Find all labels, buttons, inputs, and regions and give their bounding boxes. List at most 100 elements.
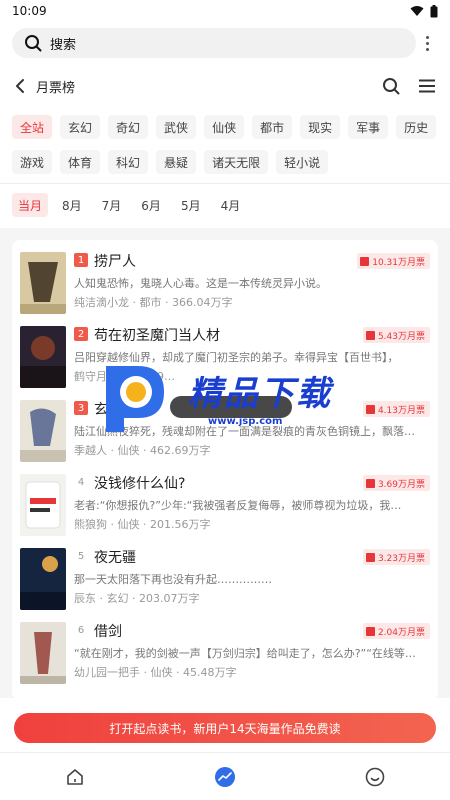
rank-number: 4 [77,476,85,488]
book-cover [20,474,66,536]
ticket-icon [365,330,375,340]
category-chip[interactable]: 悬疑 [156,150,197,174]
watermark-logo-icon [106,366,164,432]
search-row: 搜索 [12,28,438,58]
promo-area: 打开起点读书，新用户14天海量作品免费读 [0,700,450,752]
category-row: 游戏 体育 科幻 悬疑 诸天无限 轻小说 [12,150,329,174]
ticket-count: 5.43万月票 [377,331,425,342]
month-chip[interactable]: 4月 [215,193,247,217]
rank-number: 2 [74,327,88,341]
category-row: 全站 玄幻 奇幻 武侠 仙侠 都市 现实 军事 历史 [12,115,437,139]
book-meta: 纯洁滴小龙 · 都市 · 366.04万字 [74,296,233,309]
ticket-badge: 2.04万月票 [362,623,430,639]
book-meta: 幼儿园一把手 · 仙侠 · 45.48万字 [74,666,237,679]
category-chip[interactable]: 现实 [300,115,341,139]
ticket-icon [365,626,375,636]
book-meta: 季越人 · 仙侠 · 462.69万字 [74,444,211,457]
ticket-icon [365,404,375,414]
watermark: 精品下载 www.jsp.com [98,360,350,436]
more-menu-icon[interactable] [416,28,438,58]
category-chip[interactable]: 历史 [396,115,437,139]
book-title: 夜无疆 [94,550,136,566]
ticket-badge: 10.31万月票 [357,253,430,269]
book-description: “就在刚才，我的剑被一声【万剑归宗】给叫走了，怎么办?”“在线等… [74,647,416,660]
home-icon [67,768,83,785]
watermark-text: 精品下载 [188,374,332,414]
book-title: 苟在初圣魔门当人材 [94,328,220,344]
category-chip[interactable]: 军事 [348,115,389,139]
month-chip[interactable]: 8月 [56,193,88,217]
book-description: 人知鬼恐怖，鬼晓人心毒。这是一本传统灵异小说。 [74,277,327,290]
ticket-count: 10.31万月票 [372,257,425,268]
page-title: 月票榜 [36,80,76,96]
month-chip[interactable]: 5月 [175,193,207,217]
ticket-icon [360,256,370,266]
category-chip[interactable]: 轻小说 [276,150,329,174]
book-meta: 熊狼狗 · 仙侠 · 201.56万字 [74,518,211,531]
ticket-badge: 3.23万月票 [362,549,430,565]
ticket-badge: 3.69万月票 [362,475,430,491]
ticket-count: 3.69万月票 [377,479,425,490]
book-title: 捞尸人 [94,254,136,270]
search-input[interactable]: 搜索 [12,28,416,58]
book-item[interactable]: 5 夜无疆 3.23万月票 那一天太阳落下再也没有升起…………… 辰东 · 玄幻… [20,548,430,610]
category-chip[interactable]: 全站 [12,115,53,139]
rank-number: 5 [77,550,85,562]
category-chip[interactable]: 体育 [60,150,101,174]
ticket-count: 3.23万月票 [377,553,425,564]
ticket-badge: 4.13万月票 [362,401,430,417]
nav-bar: 月票榜 [14,72,436,100]
book-meta: 辰东 · 玄幻 · 203.07万字 [74,592,200,605]
tab-discover[interactable] [205,757,245,797]
battery-icon [430,4,438,17]
book-title: 借剑 [94,624,122,640]
book-cover [20,252,66,314]
ticket-count: 2.04万月票 [377,627,425,638]
rank-number: 6 [77,624,85,636]
ticket-count: 4.13万月票 [377,405,425,416]
ticket-icon [365,552,375,562]
divider [0,183,450,184]
category-chip[interactable]: 科幻 [108,150,149,174]
status-time: 10:09 [12,4,47,18]
month-chip[interactable]: 6月 [135,193,167,217]
category-chip[interactable]: 仙侠 [204,115,245,139]
bottom-tab-bar [0,752,450,800]
category-chip[interactable]: 诸天无限 [204,150,269,174]
rank-number: 3 [74,401,88,415]
search-icon [25,35,42,52]
open-app-button[interactable]: 打开起点读书，新用户14天海量作品免费读 [14,713,436,743]
month-chip[interactable]: 7月 [96,193,128,217]
ticket-badge: 5.43万月票 [362,327,430,343]
month-filter-row: 当月 8月 7月 6月 5月 4月 [12,193,246,217]
category-chip[interactable]: 游戏 [12,150,53,174]
book-cover [20,548,66,610]
book-description: 那一天太阳落下再也没有升起…………… [74,573,272,586]
book-description: 老者:“你想报仇?”少年:“我被强者反复侮辱，被师尊视为垃圾，我… [74,499,402,512]
book-item[interactable]: 6 借剑 2.04万月票 “就在刚才，我的剑被一声【万剑归宗】给叫走了，怎么办?… [20,622,430,684]
search-icon[interactable] [382,77,400,95]
search-text: 搜索 [50,37,77,53]
book-cover [20,326,66,388]
smiley-icon [365,767,385,786]
ticket-icon [365,478,375,488]
watermark-url: www.jsp.com [208,416,283,427]
book-item[interactable]: 1 捞尸人 10.31万月票 人知鬼恐怖，鬼晓人心毒。这是一本传统灵异小说。 纯… [20,252,430,314]
book-item[interactable]: 4 没钱修什么仙? 3.69万月票 老者:“你想报仇?”少年:“我被强者反复侮辱… [20,474,430,536]
book-title: 没钱修什么仙? [94,476,186,492]
back-arrow-icon[interactable] [14,78,26,94]
status-icons [410,4,438,18]
trending-icon [215,766,235,787]
tab-profile[interactable] [355,757,395,797]
month-chip[interactable]: 当月 [12,193,49,217]
book-cover [20,400,66,462]
wifi-icon [410,6,424,16]
category-chip[interactable]: 武侠 [156,115,197,139]
status-bar: 10:09 [0,0,450,22]
category-chip[interactable]: 奇幻 [108,115,149,139]
category-chip[interactable]: 玄幻 [60,115,101,139]
category-chip[interactable]: 都市 [252,115,293,139]
book-cover [20,622,66,684]
tab-home[interactable] [55,757,95,797]
menu-icon[interactable] [418,79,436,93]
